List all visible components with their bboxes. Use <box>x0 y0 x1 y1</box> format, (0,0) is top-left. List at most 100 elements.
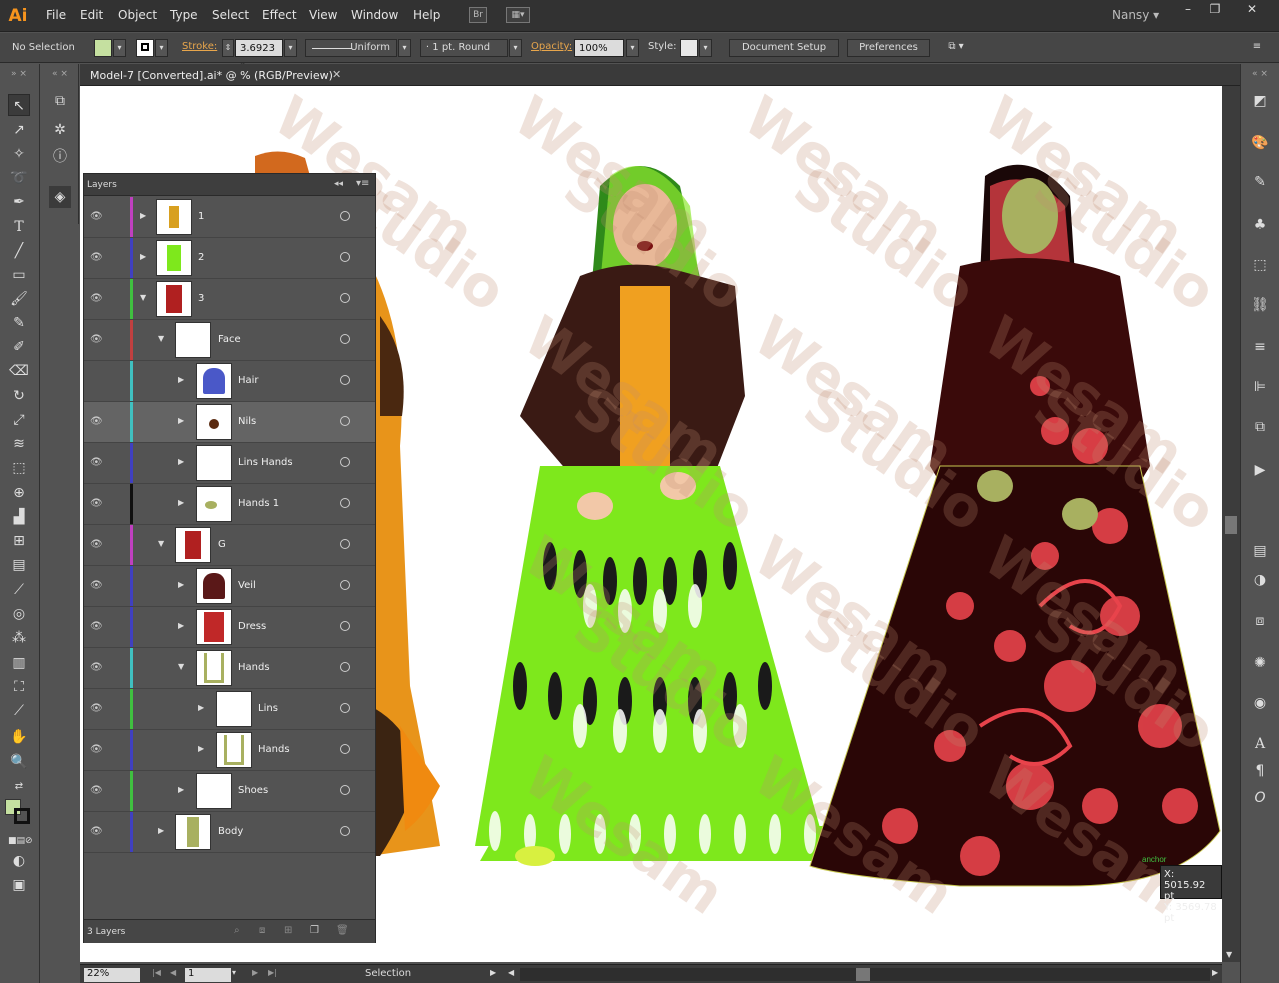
visibility-eye-icon[interactable]: 👁 <box>90 498 103 509</box>
menu-file[interactable]: File <box>46 8 66 22</box>
brushes-panel-icon[interactable]: ✎ <box>1249 171 1271 193</box>
selection-tool-icon[interactable]: ↖ <box>8 94 30 116</box>
line-tool-icon[interactable]: ╱ <box>8 240 30 262</box>
type-tool-icon[interactable]: T <box>8 216 30 238</box>
gradient-tool-icon[interactable]: ▤ <box>8 554 30 576</box>
target-icon[interactable] <box>340 539 350 549</box>
document-setup-button[interactable]: Document Setup <box>729 39 839 57</box>
eyedropper-tool-icon[interactable]: ⟋ <box>8 579 30 601</box>
visibility-eye-icon[interactable]: 👁 <box>90 744 103 755</box>
bridge-icon[interactable]: Br <box>469 7 487 23</box>
symbols-panel-icon[interactable]: ✲ <box>49 119 71 141</box>
info-panel-icon[interactable]: ⓘ <box>49 146 71 168</box>
layer-name[interactable]: 2 <box>198 252 204 263</box>
profile-dropdown[interactable]: ▾ <box>398 39 411 57</box>
character-panel-icon[interactable]: A <box>1249 733 1271 755</box>
free-transform-tool-icon[interactable]: ⬚ <box>8 457 30 479</box>
sublayer-row[interactable]: 👁 ▼ G <box>84 525 375 566</box>
links-panel-icon[interactable]: ⛓ <box>1249 294 1271 316</box>
eraser-tool-icon[interactable]: ⌫ <box>8 360 30 382</box>
layer-row[interactable]: 👁 ▶ 1 <box>84 197 375 238</box>
visibility-eye-icon[interactable]: 👁 <box>90 826 103 837</box>
layer-name[interactable]: Veil <box>238 580 256 591</box>
target-icon[interactable] <box>340 703 350 713</box>
artboard-tool-icon[interactable]: ⛶ <box>8 676 30 698</box>
menu-edit[interactable]: Edit <box>80 8 103 22</box>
artboards-panel-icon[interactable]: ⧉ <box>49 90 71 112</box>
layers-panel-menu-icon[interactable]: ▾≡ <box>356 178 369 189</box>
target-icon[interactable] <box>340 416 350 426</box>
magic-wand-tool-icon[interactable]: ✧ <box>8 143 30 165</box>
document-tab[interactable]: Model-7 [Converted].ai* @ % (RGB/Preview… <box>90 69 333 82</box>
layer-name[interactable]: Dress <box>238 621 266 632</box>
sublayer-row[interactable]: 👁 ▶ Veil <box>84 566 375 607</box>
opacity-label[interactable]: Opacity: <box>531 41 572 52</box>
arrange-icon[interactable]: ⧉ ▾ <box>940 39 972 57</box>
target-icon[interactable] <box>340 662 350 672</box>
scale-tool-icon[interactable]: ⤢ <box>8 409 30 431</box>
previous-artboard-icon[interactable]: ◀ <box>170 968 176 977</box>
sublayer-row[interactable]: 👁 ▶ Shoes <box>84 771 375 812</box>
preferences-button[interactable]: Preferences <box>847 39 930 57</box>
layers-panel-icon[interactable]: ◈ <box>49 186 71 208</box>
expand-arrow-icon[interactable]: ▶ <box>198 703 204 712</box>
paragraph-panel-icon[interactable]: ¶ <box>1249 760 1271 782</box>
new-sublayer-icon[interactable]: ⊞ <box>284 925 292 936</box>
restore-button[interactable]: ❐ <box>1203 2 1227 18</box>
expand-arrow-icon[interactable]: ▶ <box>178 580 184 589</box>
expand-panels-icon[interactable]: « × <box>49 68 71 80</box>
expand-arrow-icon[interactable]: ▶ <box>178 416 184 425</box>
opentype-panel-icon[interactable]: O <box>1249 787 1271 809</box>
expand-arrow-icon[interactable]: ▶ <box>140 211 146 220</box>
artboard-number-input[interactable]: 1 <box>185 968 231 982</box>
target-icon[interactable] <box>340 375 350 385</box>
target-icon[interactable] <box>340 211 350 221</box>
opacity-dropdown[interactable]: ▾ <box>626 39 639 57</box>
expand-arrow-icon[interactable]: ▶ <box>140 252 146 261</box>
actions-panel-icon[interactable]: ▶ <box>1249 459 1271 481</box>
rotate-tool-icon[interactable]: ↻ <box>8 385 30 407</box>
transparency-panel-icon[interactable]: ◑ <box>1249 569 1271 591</box>
color-panel-icon[interactable]: 🎨 <box>1249 132 1271 154</box>
first-artboard-icon[interactable]: |◀ <box>152 968 161 977</box>
graphic-style-swatch[interactable] <box>680 39 698 57</box>
target-icon[interactable] <box>340 621 350 631</box>
layer-name[interactable]: Body <box>218 826 243 837</box>
locate-object-icon[interactable]: ⌕ <box>234 925 240 936</box>
last-artboard-icon[interactable]: ▶| <box>268 968 277 977</box>
visibility-eye-icon[interactable]: 👁 <box>90 662 103 673</box>
target-icon[interactable] <box>340 498 350 508</box>
horizontal-scrollbar[interactable] <box>520 968 1210 981</box>
layer-name[interactable]: Shoes <box>238 785 268 796</box>
sublayer-row[interactable]: 👁 ▼ Face <box>84 320 375 361</box>
brush-dropdown[interactable]: ▾ <box>509 39 522 57</box>
perspective-grid-tool-icon[interactable]: ▟ <box>8 506 30 528</box>
draw-mode-icon[interactable]: ◐ <box>8 850 30 872</box>
target-icon[interactable] <box>340 334 350 344</box>
close-window-button[interactable]: ✕ <box>1240 2 1264 18</box>
delete-layer-icon[interactable]: 🗑 <box>336 925 349 936</box>
pathfinder-panel-icon[interactable]: ⧉ <box>1249 416 1271 438</box>
minimize-button[interactable]: – <box>1176 2 1200 18</box>
stroke-weight-input[interactable]: 3.6923 p <box>235 39 283 72</box>
style-dropdown[interactable]: ▾ <box>699 39 712 57</box>
layer-name[interactable]: Lins Hands <box>238 457 293 468</box>
make-clipping-mask-icon[interactable]: ⧈ <box>259 925 265 936</box>
vertical-scroll-thumb[interactable] <box>1225 516 1237 534</box>
sublayer-row[interactable]: 👁 ▶ Body <box>84 812 375 853</box>
menu-help[interactable]: Help <box>413 8 440 22</box>
variable-width-profile[interactable]: Uniform <box>305 39 397 57</box>
paintbrush-tool-icon[interactable]: 🖌 <box>8 288 30 310</box>
mesh-tool-icon[interactable]: ⊞ <box>8 530 30 552</box>
slice-tool-icon[interactable]: ⟋ <box>8 700 30 722</box>
visibility-eye-icon[interactable]: 👁 <box>90 416 103 427</box>
menu-view[interactable]: View <box>309 8 337 22</box>
expand-arrow-icon[interactable]: ▶ <box>178 785 184 794</box>
stroke-panel-icon[interactable]: ≡ <box>1249 336 1271 358</box>
direct-selection-tool-icon[interactable]: ↗ <box>8 119 30 141</box>
expand-arrow-icon[interactable]: ▶ <box>178 621 184 630</box>
stroke-color-box[interactable] <box>14 808 30 824</box>
pencil-tool-icon[interactable]: ✎ <box>8 312 30 334</box>
visibility-eye-icon[interactable]: 👁 <box>90 252 103 263</box>
collapse-panel-icon[interactable]: ◂◂ <box>334 179 343 189</box>
